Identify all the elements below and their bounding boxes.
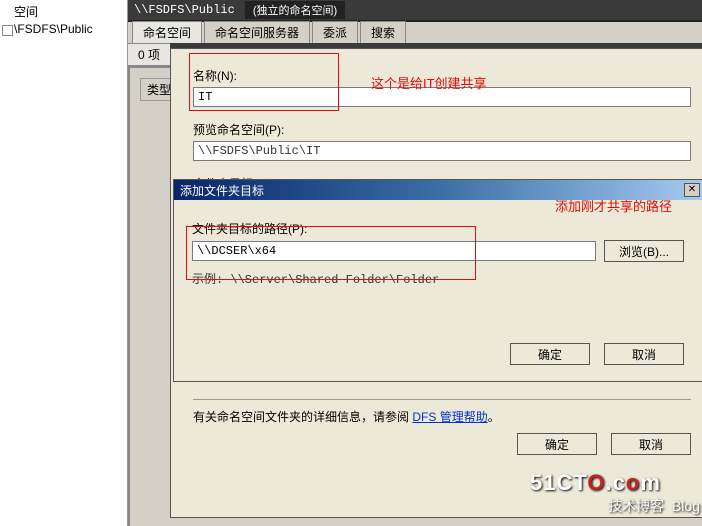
- tab-namespace[interactable]: 命名空间: [132, 21, 202, 43]
- annotation-text-share: 这个是给IT创建共享: [371, 73, 487, 92]
- tree-panel: 空间 \FSDFS\Public: [0, 0, 128, 526]
- tree-item-public[interactable]: \FSDFS\Public: [0, 21, 127, 37]
- browse-button[interactable]: 浏览(B)...: [604, 240, 684, 262]
- tab-servers[interactable]: 命名空间服务器: [204, 21, 310, 43]
- input-preview: [193, 141, 691, 161]
- annotation-text-path: 添加刚才共享的路径: [555, 196, 672, 215]
- dialog-new-folder: 这个是给IT创建共享 名称(N): 预览命名空间(P): 文件夹目标(T): 添…: [170, 48, 702, 518]
- content-area: 类型 这个是给IT创建共享 名称(N): 预览命名空间(P): 文件夹目标(T)…: [128, 66, 702, 526]
- help-line: 有关命名空间文件夹的详细信息，请参阅 DFS 管理帮助。: [193, 408, 691, 425]
- dialog-add-target: 添加文件夹目标 ✕ 添加刚才共享的路径 文件夹目标的路径(P): 浏览(B)..…: [173, 179, 702, 382]
- new-folder-cancel-button[interactable]: 取消: [611, 433, 691, 455]
- input-target-path[interactable]: [192, 241, 596, 261]
- path-desc: (独立的命名空间): [245, 1, 345, 19]
- item-count: 0 项: [138, 46, 160, 63]
- tree-item-namespace[interactable]: 空间: [0, 2, 127, 21]
- help-text: 有关命名空间文件夹的详细信息，请参阅: [193, 410, 409, 424]
- path-titlebar: \\FSDFS\Public (独立的命名空间): [128, 0, 702, 22]
- tab-delegate[interactable]: 委派: [312, 21, 358, 43]
- main-panel: \\FSDFS\Public (独立的命名空间) 命名空间 命名空间服务器 委派…: [128, 0, 702, 526]
- label-preview: 预览命名空间(P):: [193, 121, 691, 138]
- tab-row: 命名空间 命名空间服务器 委派 搜索: [128, 22, 702, 44]
- add-target-ok-button[interactable]: 确定: [510, 343, 590, 365]
- help-link[interactable]: DFS 管理帮助: [412, 410, 487, 424]
- label-target-path: 文件夹目标的路径(P):: [192, 220, 684, 237]
- tab-search[interactable]: 搜索: [360, 21, 406, 43]
- divider: [193, 399, 691, 400]
- new-folder-ok-button[interactable]: 确定: [517, 433, 597, 455]
- close-icon[interactable]: ✕: [684, 183, 700, 197]
- example-text: 示例: \\Server\Shared Folder\Folder: [192, 270, 684, 287]
- path-text: \\FSDFS\Public: [134, 3, 235, 17]
- add-target-cancel-button[interactable]: 取消: [604, 343, 684, 365]
- dialog-add-target-title: 添加文件夹目标: [180, 182, 264, 199]
